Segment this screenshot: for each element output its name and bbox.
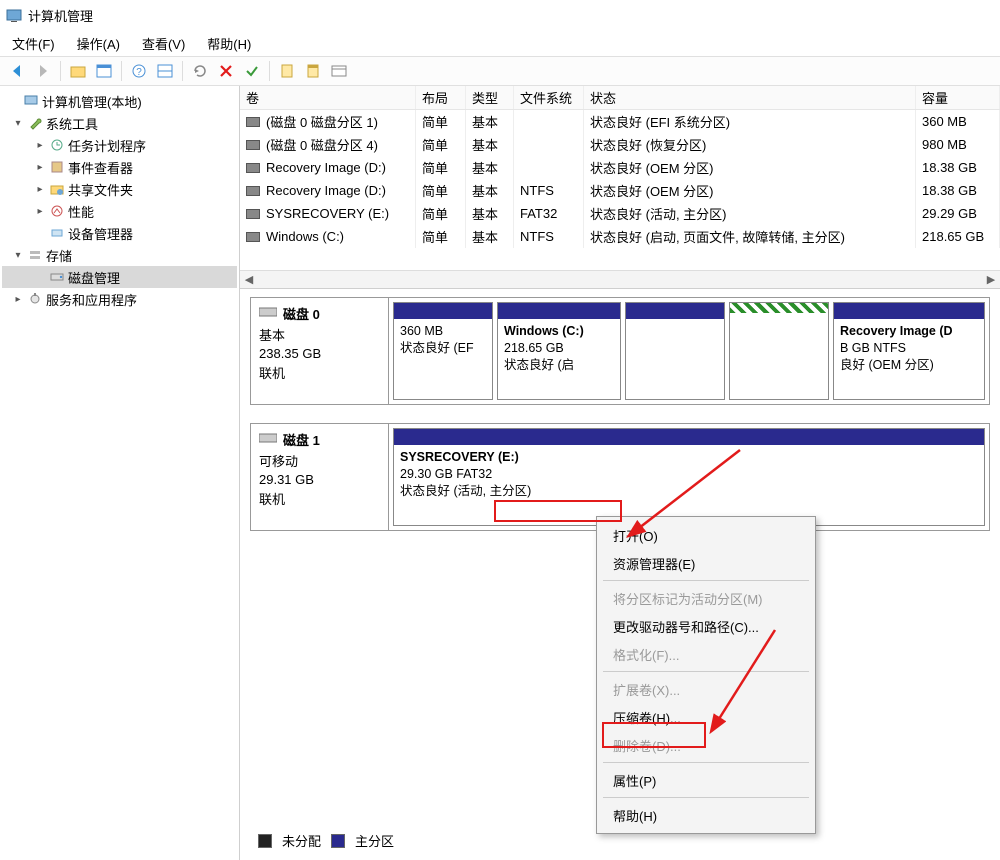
storage-icon bbox=[26, 247, 44, 263]
tree-label: 事件查看器 bbox=[68, 158, 133, 177]
split-icon[interactable] bbox=[154, 60, 176, 82]
window-title: 计算机管理 bbox=[28, 6, 93, 25]
col-volume[interactable]: 卷 bbox=[240, 86, 416, 109]
menu-view[interactable]: 查看(V) bbox=[138, 32, 189, 55]
tree-root[interactable]: 计算机管理(本地) bbox=[2, 90, 237, 112]
check-icon[interactable] bbox=[241, 60, 263, 82]
disk-0-label: 磁盘 0 基本 238.35 GB 联机 bbox=[251, 298, 389, 404]
disk1-part-sysrecovery-e[interactable]: SYSRECOVERY (E:) 29.30 GB FAT32 状态良好 (活动… bbox=[393, 428, 985, 526]
volume-row[interactable]: (磁盘 0 磁盘分区 4)简单基本状态良好 (恢复分区)980 MB bbox=[240, 133, 1000, 156]
tree-disk-management[interactable]: 磁盘管理 bbox=[2, 266, 237, 288]
tree-performance[interactable]: ▸ 性能 bbox=[2, 200, 237, 222]
help-icon[interactable]: ? bbox=[128, 60, 150, 82]
disk-1-block[interactable]: 磁盘 1 可移动 29.31 GB 联机 SYSRECOVERY (E:) 29… bbox=[250, 423, 990, 531]
menu-file[interactable]: 文件(F) bbox=[8, 32, 59, 55]
tree-label: 存储 bbox=[46, 246, 72, 265]
tree-services-apps[interactable]: ▸ 服务和应用程序 bbox=[2, 288, 237, 310]
ctx-format: 格式化(F)... bbox=[599, 640, 813, 668]
col-layout[interactable]: 布局 bbox=[416, 86, 466, 109]
ctx-change-paths[interactable]: 更改驱动器号和路径(C)... bbox=[599, 612, 813, 640]
tree-system-tools[interactable]: ▾ 系统工具 bbox=[2, 112, 237, 134]
menu-help[interactable]: 帮助(H) bbox=[203, 32, 255, 55]
col-capacity[interactable]: 容量 bbox=[916, 86, 1000, 109]
ctx-properties[interactable]: 属性(P) bbox=[599, 766, 813, 794]
tree-label: 系统工具 bbox=[46, 114, 98, 133]
refresh-icon[interactable] bbox=[189, 60, 211, 82]
disk0-part-windows-c[interactable]: Windows (C:) 218.65 GB 状态良好 (启 bbox=[497, 302, 621, 400]
titlebar: 计算机管理 bbox=[0, 0, 1000, 30]
ctx-mark-active: 将分区标记为活动分区(M) bbox=[599, 584, 813, 612]
volume-row[interactable]: Windows (C:)简单基本NTFS状态良好 (启动, 页面文件, 故障转储… bbox=[240, 225, 1000, 248]
monitor-icon bbox=[48, 203, 66, 219]
tree-label: 服务和应用程序 bbox=[46, 290, 137, 309]
toolbar: ? bbox=[0, 56, 1000, 86]
volume-row[interactable]: SYSRECOVERY (E:)简单基本FAT32状态良好 (活动, 主分区)2… bbox=[240, 202, 1000, 225]
scroll-left-icon[interactable]: ◀ bbox=[240, 273, 258, 286]
tree-event-viewer[interactable]: ▸ 事件查看器 bbox=[2, 156, 237, 178]
ctx-explorer[interactable]: 资源管理器(E) bbox=[599, 549, 813, 577]
menubar: 文件(F) 操作(A) 查看(V) 帮助(H) bbox=[0, 30, 1000, 56]
wrench-icon bbox=[26, 115, 44, 131]
disk0-part-hidden2[interactable] bbox=[729, 302, 829, 400]
ctx-help[interactable]: 帮助(H) bbox=[599, 801, 813, 829]
volume-list[interactable]: 卷 布局 类型 文件系统 状态 容量 (磁盘 0 磁盘分区 1)简单基本状态良好… bbox=[240, 86, 1000, 289]
tree-shared-folders[interactable]: ▸ 共享文件夹 bbox=[2, 178, 237, 200]
book-icon bbox=[48, 159, 66, 175]
ctx-delete: 删除卷(D)... bbox=[599, 731, 813, 759]
delete-icon[interactable] bbox=[215, 60, 237, 82]
disk-0-block[interactable]: 磁盘 0 基本 238.35 GB 联机 360 MB 状态良好 (EF bbox=[250, 297, 990, 405]
tree-label: 任务计划程序 bbox=[68, 136, 146, 155]
forward-icon[interactable] bbox=[32, 60, 54, 82]
clock-icon bbox=[48, 137, 66, 153]
disk-mgmt-icon bbox=[48, 269, 66, 285]
disk-icon bbox=[259, 306, 277, 321]
tree-task-scheduler[interactable]: ▸ 任务计划程序 bbox=[2, 134, 237, 156]
ctx-shrink[interactable]: 压缩卷(H)... bbox=[599, 703, 813, 731]
volume-row[interactable]: Recovery Image (D:)简单基本NTFS状态良好 (OEM 分区)… bbox=[240, 179, 1000, 202]
ctx-extend: 扩展卷(X)... bbox=[599, 675, 813, 703]
horizontal-scrollbar[interactable]: ◀ ▶ bbox=[240, 270, 1000, 288]
back-icon[interactable] bbox=[6, 60, 28, 82]
col-type[interactable]: 类型 bbox=[466, 86, 514, 109]
doc-icon[interactable] bbox=[276, 60, 298, 82]
disk0-part-efi[interactable]: 360 MB 状态良好 (EF bbox=[393, 302, 493, 400]
context-menu[interactable]: 打开(O) 资源管理器(E) 将分区标记为活动分区(M) 更改驱动器号和路径(C… bbox=[596, 516, 816, 834]
volume-header[interactable]: 卷 布局 类型 文件系统 状态 容量 bbox=[240, 86, 1000, 110]
computer-icon bbox=[22, 93, 40, 109]
sidebar-tree[interactable]: 计算机管理(本地) ▾ 系统工具 ▸ 任务计划程序 ▸ 事件查看器 ▸ 共享文件… bbox=[0, 86, 240, 860]
services-icon bbox=[26, 291, 44, 307]
legend: 未分配 主分区 bbox=[258, 831, 394, 850]
app-icon bbox=[6, 7, 22, 23]
properties-icon[interactable] bbox=[328, 60, 350, 82]
disk0-part-recovery-image-d[interactable]: Recovery Image (D B GB NTFS 良好 (OEM 分区) bbox=[833, 302, 985, 400]
tree-root-label: 计算机管理(本地) bbox=[42, 92, 142, 111]
disk0-part-hidden1[interactable] bbox=[625, 302, 725, 400]
volume-row[interactable]: Recovery Image (D:)简单基本状态良好 (OEM 分区)18.3… bbox=[240, 156, 1000, 179]
menu-action[interactable]: 操作(A) bbox=[73, 32, 124, 55]
col-status[interactable]: 状态 bbox=[584, 86, 916, 109]
disk-1-label: 磁盘 1 可移动 29.31 GB 联机 bbox=[251, 424, 389, 530]
tree-label: 设备管理器 bbox=[68, 224, 133, 243]
scroll-right-icon[interactable]: ▶ bbox=[982, 273, 1000, 286]
disk-icon bbox=[259, 432, 277, 447]
svg-text:?: ? bbox=[136, 67, 142, 78]
ctx-open[interactable]: 打开(O) bbox=[599, 521, 813, 549]
folder-icon[interactable] bbox=[67, 60, 89, 82]
device-icon bbox=[48, 225, 66, 241]
doc2-icon[interactable] bbox=[302, 60, 324, 82]
tree-label: 性能 bbox=[68, 202, 94, 221]
panel-icon[interactable] bbox=[93, 60, 115, 82]
col-filesystem[interactable]: 文件系统 bbox=[514, 86, 584, 109]
volume-row[interactable]: (磁盘 0 磁盘分区 1)简单基本状态良好 (EFI 系统分区)360 MB bbox=[240, 110, 1000, 133]
tree-storage[interactable]: ▾ 存储 bbox=[2, 244, 237, 266]
tree-device-manager[interactable]: 设备管理器 bbox=[2, 222, 237, 244]
shared-folder-icon bbox=[48, 181, 66, 197]
tree-label: 共享文件夹 bbox=[68, 180, 133, 199]
tree-label: 磁盘管理 bbox=[68, 268, 120, 287]
